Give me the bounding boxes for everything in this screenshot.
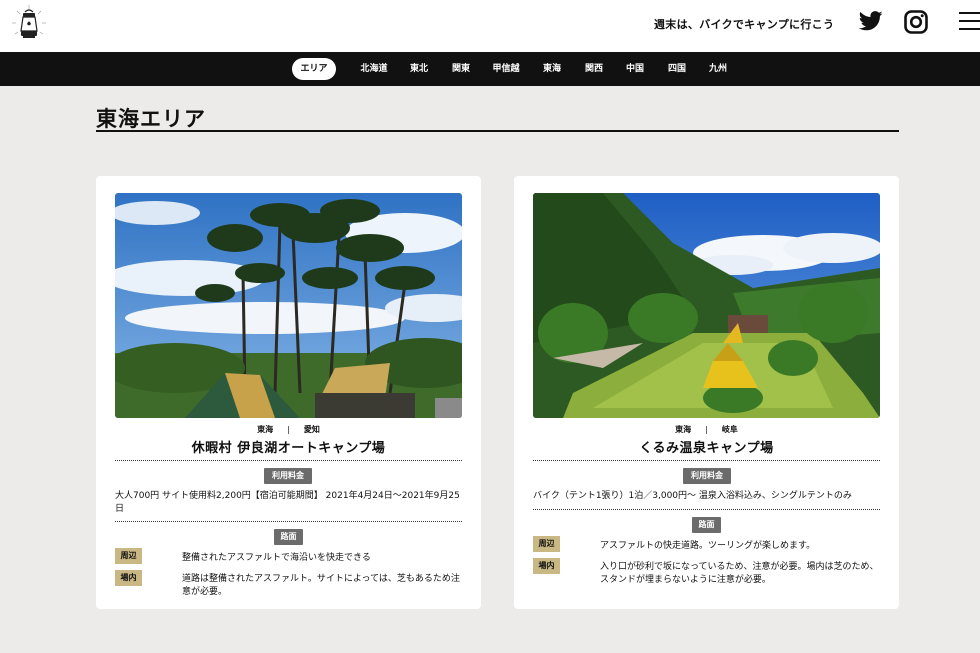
- campsite-name[interactable]: 休暇村 伊良湖オートキャンプ場: [115, 437, 462, 456]
- surroundings-text: 整備されたアスファルトで海沿いを快走できる: [182, 553, 371, 563]
- nav-item-shikoku[interactable]: 四国: [666, 58, 688, 80]
- hamburger-menu-icon[interactable]: [959, 12, 980, 32]
- fee-label: 利用料金: [683, 468, 731, 484]
- site-header: 週末は、バイクでキャンプに行こう: [0, 0, 980, 52]
- fee-text: バイク（テント1張り）1泊／3,000円〜 温泉入浴料込み、シングルテントのみ: [533, 491, 852, 501]
- fee-text: 大人700円 サイト使用料2,200円【宿泊可能期間】 2021年4月24日〜2…: [115, 491, 460, 514]
- campsite-location: 東海 | 愛知: [115, 424, 462, 435]
- nav-item-kanto[interactable]: 関東: [450, 58, 472, 80]
- location-separator: |: [705, 425, 708, 434]
- region-label: 東海: [675, 425, 692, 434]
- prefecture-label: 岐阜: [721, 425, 738, 434]
- site-tagline: 週末は、バイクでキャンプに行こう: [654, 18, 835, 31]
- inside-tag: 場内: [533, 558, 560, 574]
- region-label: 東海: [257, 425, 274, 434]
- prefecture-label: 愛知: [303, 425, 320, 434]
- inside-text: 道路は整備されたアスファルト。サイトによっては、芝もあるため注意が必要。: [182, 574, 460, 597]
- location-separator: |: [287, 425, 290, 434]
- instagram-icon[interactable]: [904, 10, 928, 34]
- inside-text: 入り口が砂利で坂になっているため、注意が必要。場内は芝のため、スタンドが埋まらな…: [600, 562, 879, 585]
- campsite-card[interactable]: 東海 | 愛知 休暇村 伊良湖オートキャンプ場 利用料金 大人700円 サイト使用料…: [96, 176, 481, 609]
- surroundings-tag: 周辺: [533, 536, 560, 552]
- twitter-icon[interactable]: [858, 10, 883, 32]
- surroundings-text: アスファルトの快走道路。ツーリングが楽しめます。: [600, 541, 816, 551]
- page-title: 東海エリア: [96, 107, 206, 131]
- area-nav: エリア 北海道 東北 関東 甲信越 東海 関西 中国 四国 九州: [0, 52, 980, 86]
- road-label: 路面: [274, 529, 303, 545]
- lantern-logo[interactable]: [8, 3, 50, 45]
- campsite-card[interactable]: 東海 | 岐阜 くるみ温泉キャンプ場 利用料金 バイク（テント1張り）1泊／3,00…: [514, 176, 899, 609]
- campsite-photo[interactable]: [115, 193, 462, 418]
- nav-item-hokkaido[interactable]: 北海道: [360, 58, 388, 80]
- title-underline: [96, 130, 899, 132]
- divider: [115, 521, 462, 522]
- campsite-name[interactable]: くるみ温泉キャンプ場: [533, 437, 880, 456]
- nav-item-tohoku[interactable]: 東北: [408, 58, 430, 80]
- campsite-photo[interactable]: [533, 193, 880, 418]
- nav-item-kansai[interactable]: 関西: [583, 58, 605, 80]
- road-label: 路面: [692, 517, 721, 533]
- inside-tag: 場内: [115, 570, 142, 586]
- nav-item-chugoku[interactable]: 中国: [624, 58, 646, 80]
- divider: [533, 509, 880, 510]
- divider: [115, 460, 462, 461]
- nav-item-kyushu[interactable]: 九州: [707, 58, 729, 80]
- nav-item-tokai[interactable]: 東海: [541, 58, 563, 80]
- divider: [533, 460, 880, 461]
- nav-item-koshinetsu[interactable]: 甲信越: [492, 58, 520, 80]
- fee-label: 利用料金: [264, 468, 312, 484]
- surroundings-tag: 周辺: [115, 548, 142, 564]
- nav-item-area[interactable]: エリア: [292, 58, 336, 80]
- campsite-location: 東海 | 岐阜: [533, 424, 880, 435]
